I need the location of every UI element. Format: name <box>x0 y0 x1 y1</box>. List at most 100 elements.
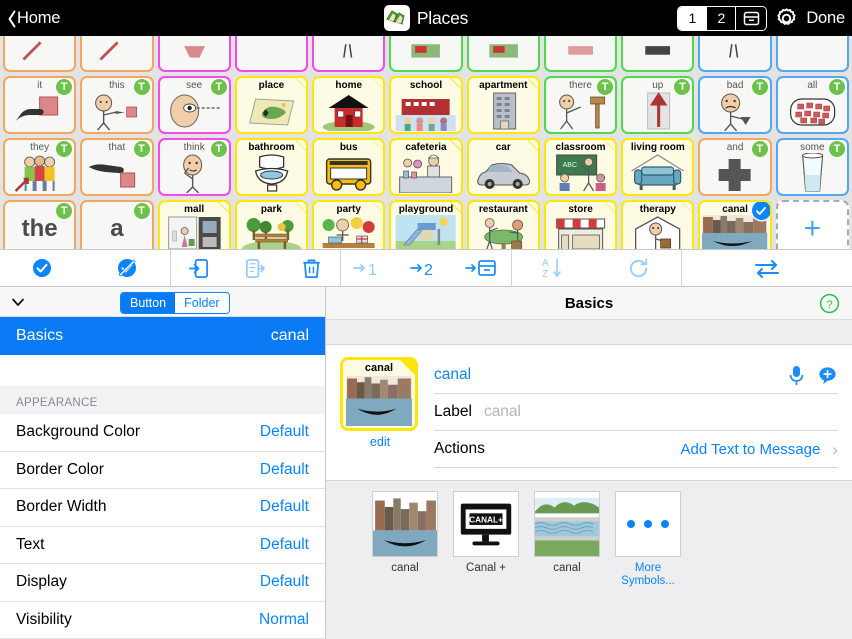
grid-button-bad[interactable]: bad T <box>698 76 771 134</box>
grid-folder-playground[interactable]: playground <box>389 200 462 249</box>
cell-artwork <box>239 36 304 69</box>
grid-button-and[interactable]: and T <box>698 138 771 196</box>
sidebar-spacer <box>0 355 325 386</box>
grid-button-that[interactable]: that T <box>80 138 153 196</box>
archive-box-icon[interactable] <box>736 7 766 30</box>
copy-button[interactable] <box>227 250 284 286</box>
property-row-display[interactable]: Display Default <box>0 564 325 601</box>
symbol-option-canal-venice[interactable]: canal <box>372 491 438 627</box>
delete-button[interactable] <box>284 250 341 286</box>
microphone-icon[interactable] <box>788 365 805 386</box>
grid-folder-therapy[interactable]: therapy <box>621 200 694 249</box>
select-all-button[interactable] <box>0 250 85 286</box>
grid-button-up[interactable]: up T <box>621 76 694 134</box>
cell-artwork-classroom-chalkboard: ABC <box>548 153 613 193</box>
editing-toolbar: 1 2 AZ <box>0 249 852 287</box>
refresh-button[interactable] <box>597 250 682 286</box>
move-to-page-2-button[interactable]: 2 <box>398 250 455 286</box>
grid-folder-party[interactable]: party <box>312 200 385 249</box>
swap-button[interactable] <box>682 250 852 286</box>
property-label: Visibility <box>16 611 72 629</box>
grid-cell-partial[interactable] <box>544 36 617 72</box>
import-button[interactable] <box>171 250 228 286</box>
symbol-option-canal-plus[interactable]: CANAL+ Canal + <box>453 491 519 627</box>
toggle-button-option[interactable]: Button <box>121 293 175 313</box>
button-grid-area: it T this T <box>0 36 852 249</box>
grid-cell-partial[interactable] <box>776 36 849 72</box>
property-row-text[interactable]: Text Default <box>0 527 325 564</box>
symbol-option-more-symbols[interactable]: More Symbols... <box>615 491 681 627</box>
grid-cell-partial[interactable] <box>389 36 462 72</box>
grid-button-all[interactable]: all T <box>776 76 849 134</box>
grid-button-they[interactable]: they T <box>3 138 76 196</box>
grid-cell-partial[interactable] <box>312 36 385 72</box>
grid-folder-place[interactable]: place <box>235 76 308 134</box>
page-selector[interactable]: 1 2 <box>677 6 767 31</box>
move-to-page-1-button[interactable]: 1 <box>341 250 398 286</box>
grid-folder-cafeteria[interactable]: cafeteria <box>389 138 462 196</box>
grid-folder-car[interactable]: car <box>467 138 540 196</box>
grid-folder-park[interactable]: park <box>235 200 308 249</box>
add-button-cell[interactable]: + <box>776 200 849 249</box>
edit-preview-link[interactable]: edit <box>340 435 420 449</box>
grid-folder-bus[interactable]: bus <box>312 138 385 196</box>
sidebar-row-basics[interactable]: Basics canal <box>0 317 325 355</box>
deselect-all-button[interactable] <box>85 250 170 286</box>
grid-folder-living-room[interactable]: living room <box>621 138 694 196</box>
gear-icon[interactable] <box>774 6 799 31</box>
question-mark-circle-icon[interactable]: ? <box>819 293 840 314</box>
grid-folder-school[interactable]: school <box>389 76 462 134</box>
grid-cell-partial[interactable] <box>698 36 771 72</box>
chevron-down-icon[interactable] <box>10 294 26 310</box>
grid-button-this[interactable]: this T <box>80 76 153 134</box>
property-row-border-color[interactable]: Border Color Default <box>0 452 325 489</box>
toggle-folder-option[interactable]: Folder <box>175 293 228 313</box>
button-preview-card[interactable]: canal <box>340 357 418 431</box>
grid-folder-home[interactable]: home <box>312 76 385 134</box>
page-tab-1[interactable]: 1 <box>678 7 707 30</box>
grid-button-some[interactable]: some T <box>776 138 849 196</box>
grid-folder-classroom[interactable]: classroom ABC <box>544 138 617 196</box>
cell-label: mall <box>162 204 227 215</box>
app-root: Home Places 1 2 <box>0 0 852 639</box>
grid-folder-bathroom[interactable]: bathroom <box>235 138 308 196</box>
svg-text:ABC: ABC <box>563 162 577 169</box>
grid-folder-store[interactable]: store <box>544 200 617 249</box>
grid-button-a[interactable]: T a <box>80 200 153 249</box>
grid-cell-partial[interactable] <box>3 36 76 72</box>
back-home-button[interactable]: Home <box>0 9 60 28</box>
toolbar-group-swap <box>682 250 852 286</box>
grid-cell-partial[interactable] <box>621 36 694 72</box>
grid-button-the[interactable]: T the <box>3 200 76 249</box>
add-to-message-icon[interactable] <box>817 365 838 386</box>
symbol-option-canal-landscape[interactable]: canal <box>534 491 600 627</box>
grid-button-there[interactable]: there T <box>544 76 617 134</box>
grid-cell-partial[interactable] <box>467 36 540 72</box>
sort-az-button[interactable]: AZ <box>512 250 597 286</box>
done-button[interactable]: Done <box>806 9 845 28</box>
grid-cell-partial[interactable] <box>235 36 308 72</box>
property-row-background-color[interactable]: Background Color Default <box>0 414 325 451</box>
grid-folder-canal[interactable]: canal <box>698 200 771 249</box>
grid-folder-restaurant[interactable]: restaurant <box>467 200 540 249</box>
grid-button-see[interactable]: see T <box>158 76 231 134</box>
grid-button-it[interactable]: it T <box>3 76 76 134</box>
grid-button-think[interactable]: think T <box>158 138 231 196</box>
label-field-row[interactable]: Label canal <box>434 394 838 431</box>
button-folder-toggle[interactable]: Button Folder <box>120 292 230 314</box>
nav-right-controls: 1 2 Done <box>677 6 852 31</box>
cell-artwork-restaurant-waiter <box>471 215 536 249</box>
grid-folder-apartment[interactable]: apartment <box>467 76 540 134</box>
grid-cell-partial[interactable] <box>158 36 231 72</box>
property-row-border-width[interactable]: Border Width Default <box>0 489 325 526</box>
actions-row[interactable]: Actions Add Text to Message › <box>434 431 838 468</box>
message-field-value[interactable]: canal <box>434 366 471 384</box>
property-row-visibility[interactable]: Visibility Normal <box>0 602 325 639</box>
grid-folder-mall[interactable]: mall <box>158 200 231 249</box>
actions-value-group: Add Text to Message › <box>681 441 838 458</box>
move-to-vault-button[interactable] <box>454 250 511 286</box>
grid-cell-partial[interactable] <box>80 36 153 72</box>
message-field-row[interactable]: canal <box>434 357 838 394</box>
page-tab-2[interactable]: 2 <box>707 7 736 30</box>
cell-label: store <box>548 204 613 215</box>
